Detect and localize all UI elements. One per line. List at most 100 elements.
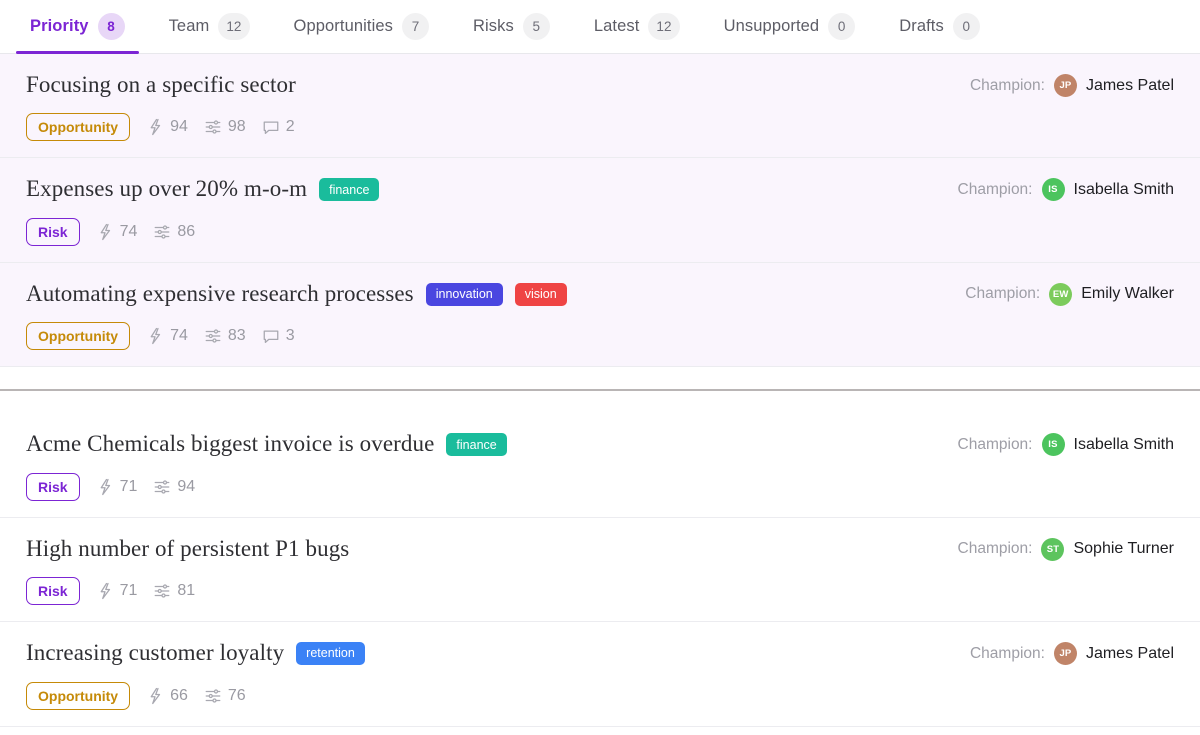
effort-value: 81	[177, 582, 195, 600]
avatar[interactable]: IS	[1042, 433, 1065, 456]
comment-count: 2	[286, 118, 295, 136]
comment-metric[interactable]: 3	[262, 327, 295, 345]
item-meta: Risk 71 94	[26, 473, 1174, 501]
avatar[interactable]: ST	[1041, 538, 1064, 561]
group-separator	[0, 367, 1200, 413]
impact-value: 66	[170, 687, 188, 705]
avatar[interactable]: IS	[1042, 178, 1065, 201]
tag-vision[interactable]: vision	[515, 283, 567, 306]
item-title[interactable]: Expenses up over 20% m-o-m	[26, 176, 307, 202]
item-list: Focusing on a specific sector Opportunity…	[0, 54, 1200, 735]
champion[interactable]: Champion: JP James Patel	[970, 642, 1174, 665]
champion-label: Champion:	[958, 436, 1033, 454]
tab-count-badge: 12	[648, 13, 679, 40]
type-badge[interactable]: Opportunity	[26, 322, 130, 350]
divider-rule	[0, 389, 1200, 391]
champion-label: Champion:	[970, 645, 1045, 663]
tab-latest[interactable]: Latest 12	[572, 0, 702, 53]
champion[interactable]: Champion:JPJames Patel	[970, 74, 1174, 97]
tag-finance[interactable]: finance	[446, 433, 506, 456]
effort-metric: 76	[204, 687, 246, 705]
tab-drafts[interactable]: Drafts 0	[877, 0, 1002, 53]
item-group: Acme Chemicals biggest invoice is overdu…	[0, 413, 1200, 735]
champion[interactable]: Champion: EW Emily Walker	[965, 283, 1174, 306]
item-meta: Risk 71 81	[26, 577, 1174, 605]
champion-name: Emily Walker	[1081, 285, 1174, 303]
tab-risks[interactable]: Risks 5	[451, 0, 572, 53]
list-item[interactable]: Expenses up over 20% m-o-m finance Risk 74 8…	[0, 158, 1200, 262]
list-item[interactable]: Acme Chemicals biggest invoice is overdu…	[0, 413, 1200, 517]
tab-label: Priority	[30, 17, 89, 36]
impact-metric: 74	[146, 327, 188, 345]
item-title[interactable]: Increasing customer loyalty	[26, 640, 284, 666]
avatar[interactable]: JP	[1054, 642, 1077, 665]
effort-metric: 94	[153, 478, 195, 496]
effort-value: 86	[177, 223, 195, 241]
impact-metric: 71	[96, 582, 138, 600]
champion-label: Champion:	[958, 540, 1033, 558]
type-badge[interactable]: Risk	[26, 577, 80, 605]
effort-metric: 83	[204, 327, 246, 345]
item-meta: Risk 74 86	[26, 218, 1174, 246]
avatar[interactable]: EW	[1049, 283, 1072, 306]
item-title[interactable]: Acme Chemicals biggest invoice is overdu…	[26, 431, 434, 457]
effort-value: 76	[228, 687, 246, 705]
comment-metric[interactable]: 2	[262, 118, 295, 136]
tab-label: Risks	[473, 17, 514, 36]
tag-retention[interactable]: retention	[296, 642, 365, 665]
impact-metric: 94	[146, 118, 188, 136]
champion[interactable]: Champion: IS Isabella Smith	[958, 433, 1174, 456]
tab-priority[interactable]: Priority 8	[8, 0, 147, 53]
item-meta: Opportunity 94 98 2	[26, 113, 1174, 141]
list-item[interactable]: Focusing on a specific sector Opportunity…	[0, 54, 1200, 158]
effort-metric: 81	[153, 582, 195, 600]
tab-count-badge: 0	[953, 13, 980, 40]
champion-name: Isabella Smith	[1074, 181, 1175, 199]
item-title[interactable]: Focusing on a specific sector	[26, 72, 296, 98]
tab-unsupported[interactable]: Unsupported 0	[702, 0, 878, 53]
champion[interactable]: Champion: IS Isabella Smith	[958, 178, 1174, 201]
effort-value: 83	[228, 327, 246, 345]
champion-label: Champion:	[958, 181, 1033, 199]
champion-name: Isabella Smith	[1074, 436, 1175, 454]
type-badge[interactable]: Risk	[26, 473, 80, 501]
champion-name: James Patel	[1086, 645, 1174, 663]
tab-count-badge: 5	[523, 13, 550, 40]
tab-count-badge: 0	[828, 13, 855, 40]
list-item[interactable]: Above average increases in inflationfina…	[0, 727, 1200, 735]
effort-value: 94	[177, 478, 195, 496]
item-meta: Opportunity 74 83 3	[26, 322, 1174, 350]
tab-label: Drafts	[899, 17, 944, 36]
champion-name: Sophie Turner	[1073, 540, 1174, 558]
tag-innovation[interactable]: innovation	[426, 283, 503, 306]
item-title[interactable]: High number of persistent P1 bugs	[26, 536, 349, 562]
tab-team[interactable]: Team12	[147, 0, 272, 53]
list-item[interactable]: Increasing customer loyalty retention Oppo…	[0, 622, 1200, 726]
impact-value: 71	[120, 582, 138, 600]
effort-metric: 98	[204, 118, 246, 136]
type-badge[interactable]: Risk	[26, 218, 80, 246]
tab-count-badge: 8	[98, 13, 125, 40]
tab-label: Unsupported	[724, 17, 820, 36]
list-item[interactable]: High number of persistent P1 bugs Risk 71 8…	[0, 518, 1200, 622]
impact-metric: 74	[96, 223, 138, 241]
tab-count-badge: 12	[218, 13, 249, 40]
effort-value: 98	[228, 118, 246, 136]
tab-label: Latest	[594, 17, 640, 36]
avatar[interactable]: JP	[1054, 74, 1077, 97]
impact-value: 74	[170, 327, 188, 345]
tab-count-badge: 7	[402, 13, 429, 40]
champion-label: Champion:	[965, 285, 1040, 303]
tab-opportunities[interactable]: Opportunities7	[272, 0, 451, 53]
tag-finance[interactable]: finance	[319, 178, 379, 201]
item-title[interactable]: Automating expensive research processes	[26, 281, 414, 307]
impact-value: 94	[170, 118, 188, 136]
champion[interactable]: Champion: ST Sophie Turner	[958, 538, 1174, 561]
impact-metric: 66	[146, 687, 188, 705]
impact-metric: 71	[96, 478, 138, 496]
champion-name: James Patel	[1086, 77, 1174, 95]
tab-bar: Priority 8 Team12Opportunities7 Risks 5 Lates…	[0, 0, 1200, 54]
list-item[interactable]: Automating expensive research processes i…	[0, 263, 1200, 367]
type-badge[interactable]: Opportunity	[26, 682, 130, 710]
type-badge[interactable]: Opportunity	[26, 113, 130, 141]
